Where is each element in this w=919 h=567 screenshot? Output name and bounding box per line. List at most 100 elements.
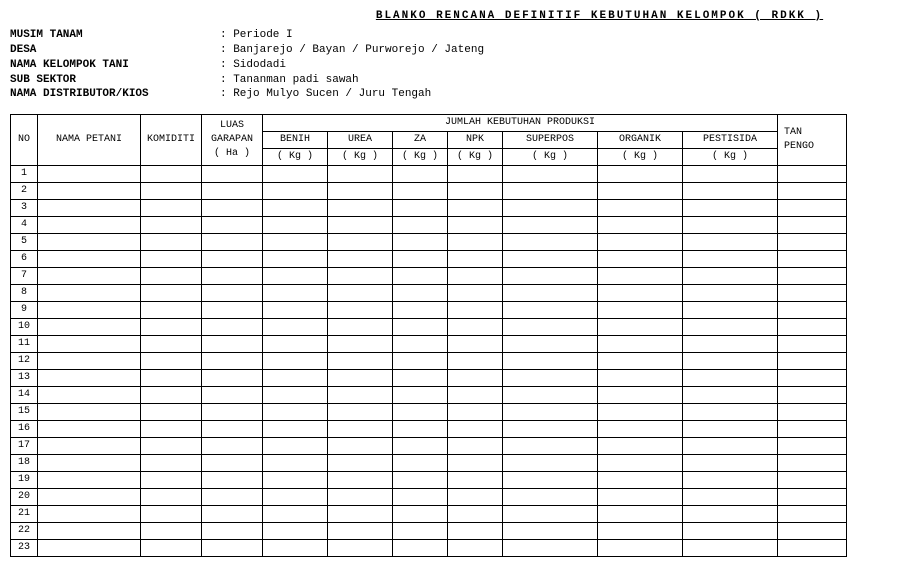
- cell-empty: [598, 251, 683, 268]
- cell-empty: [448, 285, 503, 302]
- cell-empty: [448, 217, 503, 234]
- cell-empty: [393, 217, 448, 234]
- cell-empty: [328, 336, 393, 353]
- cell-empty: [141, 540, 202, 557]
- cell-empty: [202, 336, 263, 353]
- cell-empty: [202, 540, 263, 557]
- cell-empty: [598, 166, 683, 183]
- table-row: 2: [11, 183, 847, 200]
- cell-empty: [38, 217, 141, 234]
- cell-empty: [448, 336, 503, 353]
- cell-empty: [448, 438, 503, 455]
- table-row: 1: [11, 166, 847, 183]
- cell-empty: [141, 336, 202, 353]
- cell-empty: [328, 438, 393, 455]
- th-group-produksi: JUMLAH KEBUTUHAN PRODUKSI: [263, 115, 778, 132]
- cell-empty: [598, 319, 683, 336]
- cell-no: 10: [11, 319, 38, 336]
- cell-empty: [778, 438, 847, 455]
- cell-empty: [263, 387, 328, 404]
- cell-empty: [598, 489, 683, 506]
- cell-empty: [38, 336, 141, 353]
- cell-empty: [448, 421, 503, 438]
- cell-empty: [38, 472, 141, 489]
- label-musim: MUSIM TANAM: [10, 28, 220, 43]
- th-benih-unit: ( Kg ): [263, 149, 328, 166]
- cell-empty: [38, 200, 141, 217]
- cell-empty: [263, 302, 328, 319]
- cell-empty: [778, 183, 847, 200]
- cell-no: 13: [11, 370, 38, 387]
- cell-empty: [202, 268, 263, 285]
- cell-empty: [38, 489, 141, 506]
- cell-empty: [328, 506, 393, 523]
- table-row: 17: [11, 438, 847, 455]
- cell-empty: [263, 353, 328, 370]
- label-kelompok: NAMA KELOMPOK TANI: [10, 58, 220, 73]
- cell-empty: [393, 472, 448, 489]
- cell-empty: [448, 540, 503, 557]
- cell-no: 9: [11, 302, 38, 319]
- cell-empty: [778, 421, 847, 438]
- cell-empty: [263, 472, 328, 489]
- cell-empty: [503, 455, 598, 472]
- cell-no: 16: [11, 421, 38, 438]
- cell-empty: [393, 166, 448, 183]
- cell-empty: [683, 302, 778, 319]
- cell-empty: [778, 472, 847, 489]
- cell-empty: [202, 506, 263, 523]
- th-no: NO: [11, 115, 38, 166]
- cell-empty: [141, 370, 202, 387]
- info-row-desa: DESA : Banjarejo / Bayan / Purworejo / J…: [10, 43, 919, 58]
- cell-empty: [683, 489, 778, 506]
- cell-empty: [503, 489, 598, 506]
- table-row: 3: [11, 200, 847, 217]
- cell-empty: [503, 336, 598, 353]
- cell-empty: [263, 285, 328, 302]
- cell-empty: [598, 370, 683, 387]
- cell-empty: [328, 421, 393, 438]
- cell-empty: [778, 523, 847, 540]
- cell-empty: [141, 183, 202, 200]
- th-pest-unit: ( Kg ): [683, 149, 778, 166]
- cell-empty: [503, 302, 598, 319]
- info-row-musim: MUSIM TANAM : Periode I: [10, 28, 919, 43]
- cell-no: 14: [11, 387, 38, 404]
- table-row: 5: [11, 234, 847, 251]
- cell-empty: [263, 268, 328, 285]
- cell-empty: [503, 234, 598, 251]
- cell-empty: [598, 472, 683, 489]
- cell-empty: [393, 285, 448, 302]
- cell-empty: [328, 472, 393, 489]
- table-row: 11: [11, 336, 847, 353]
- cell-empty: [263, 183, 328, 200]
- cell-empty: [263, 489, 328, 506]
- label-distributor: NAMA DISTRIBUTOR/KIOS: [10, 87, 220, 102]
- th-npk-unit: ( Kg ): [448, 149, 503, 166]
- cell-empty: [202, 166, 263, 183]
- cell-empty: [598, 404, 683, 421]
- th-za: ZA: [393, 132, 448, 149]
- cell-empty: [141, 472, 202, 489]
- cell-empty: [141, 438, 202, 455]
- cell-empty: [328, 217, 393, 234]
- cell-empty: [683, 421, 778, 438]
- cell-empty: [202, 472, 263, 489]
- cell-empty: [393, 336, 448, 353]
- value-kelompok: : Sidodadi: [220, 58, 286, 73]
- cell-empty: [683, 387, 778, 404]
- table-row: 10: [11, 319, 847, 336]
- cell-empty: [503, 251, 598, 268]
- cell-empty: [683, 200, 778, 217]
- cell-empty: [448, 268, 503, 285]
- cell-no: 2: [11, 183, 38, 200]
- document-title: BLANKO RENCANA DEFINITIF KEBUTUHAN KELOM…: [270, 10, 919, 22]
- cell-empty: [683, 370, 778, 387]
- th-luas-3: ( Ha ): [214, 148, 250, 159]
- cell-empty: [448, 234, 503, 251]
- cell-empty: [393, 183, 448, 200]
- cell-empty: [598, 302, 683, 319]
- cell-empty: [38, 166, 141, 183]
- cell-empty: [503, 404, 598, 421]
- cell-empty: [202, 302, 263, 319]
